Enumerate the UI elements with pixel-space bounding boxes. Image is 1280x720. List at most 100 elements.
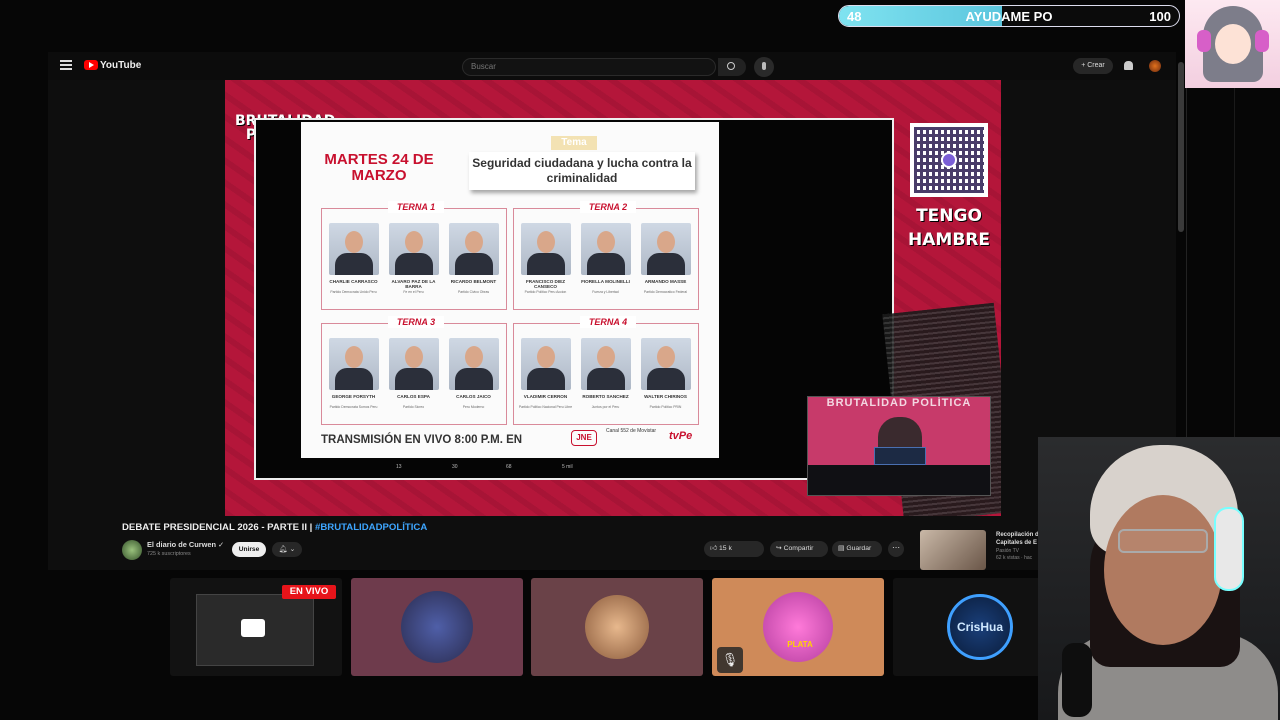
candidate-party: Partido Democrata Unido Peru (330, 290, 377, 294)
join-button[interactable]: Unirse (232, 542, 266, 557)
candidate-photo (521, 223, 571, 275)
tema-title: Seguridad ciudadana y lucha contra la cr… (469, 152, 695, 190)
candidate-name: FIORELLA MOLINELLI (581, 279, 630, 284)
candidate-name: GEORGE FORSYTH (331, 394, 376, 399)
candidate-party: Partido Civico Obras (457, 290, 490, 294)
more-actions-button[interactable]: ⋯ (888, 541, 904, 557)
candidate-photo (581, 338, 631, 390)
video-player[interactable]: BRUTALIDAD POLÍTICA MARTES 24 DE MARZO T… (225, 80, 1001, 516)
save-button[interactable]: ▤ Guardar (832, 541, 882, 557)
search-input[interactable]: Buscar (462, 58, 716, 76)
goal-label: AYUDAME PO (965, 9, 1053, 24)
side-caption-line1: TENGO (916, 206, 982, 226)
create-button[interactable]: + Crear (1073, 58, 1113, 74)
video-title-text: DEBATE PRESIDENCIAL 2026 - PARTE II | (122, 522, 315, 533)
stream-overlay: 48 AYUDAME PO 100 YouTube Buscar + Crear… (0, 0, 1280, 720)
candidate-photo (581, 223, 631, 275)
share-label: Compartir (783, 545, 814, 552)
search-icon (727, 62, 735, 70)
candidate-card: FRANCISCO DIEZ CANSECO Partido Politico P… (518, 223, 573, 307)
menu-icon[interactable] (60, 60, 72, 70)
terna-box: TERNA 4 VLADIMIR CERRON Partido Politico N… (513, 316, 699, 425)
candidate-party: Juntos por el Peru (591, 405, 620, 409)
stream-tile[interactable] (351, 578, 523, 676)
candidate-photo (641, 223, 691, 275)
terna-label: TERNA 4 (580, 316, 636, 328)
scrollbar[interactable] (1178, 62, 1184, 232)
candidate-name: RICARDO BELMONT (450, 279, 497, 284)
debate-date: MARTES 24 DE MARZO (324, 151, 434, 184)
like-button[interactable]: 👍︎ 15 k (704, 541, 764, 557)
pip-caption: BRUTALIDAD POLÍTICA (826, 397, 972, 409)
candidate-name: ALVARO PAZ DE LA BARRA (391, 279, 436, 289)
terna-box: TERNA 3 GEORGE FORSYTH Partido Democrata S… (321, 316, 507, 425)
share-button[interactable]: ↪ Compartir (770, 541, 828, 557)
tvpe-logo: tvPe (669, 430, 693, 442)
terna-label: TERNA 3 (388, 316, 444, 328)
qr-logo-icon (941, 152, 957, 168)
youtube-logo-text[interactable]: YouTube (100, 60, 141, 71)
jne-logo: JNE (571, 430, 597, 446)
desk (808, 465, 990, 495)
webcam-feed (1038, 437, 1280, 720)
candidate-card: CHARLIE CARRASCO Partido Democrata Unido … (326, 223, 381, 307)
candidate-name: CARLOS ESPA (397, 394, 430, 399)
post-stats: 13 30 68 5 mil (396, 462, 636, 474)
candidate-card: ALVARO PAZ DE LA BARRA Fe en el Peru (386, 223, 441, 307)
debate-card: MARTES 24 DE MARZO Tema Seguridad ciudad… (301, 122, 719, 458)
video-hashtag[interactable]: #BRUTALIDADPOLÍTICA (315, 522, 427, 533)
views-count: 5 mil (562, 464, 573, 470)
goal-target: 100 (1149, 9, 1171, 24)
side-caption: TENGO HAMBRE (905, 204, 993, 252)
channel-name[interactable]: El diario de Curwen ✓ (147, 540, 224, 549)
save-label: Guardar (846, 545, 872, 552)
candidate-party: Partido Sicreo (402, 405, 425, 409)
tile-caption: PLATA (787, 640, 813, 649)
likes-count: 68 (506, 464, 512, 470)
candidate-photo (521, 338, 571, 390)
candidate-card: CARLOS ESPA Partido Sicreo (386, 338, 441, 422)
subscribe-bell-button[interactable]: 🔔︎ ⌄ (272, 542, 302, 557)
profile-avatar[interactable] (1149, 60, 1161, 72)
candidate-card: WALTER CHIRINOS Partido Politico PRIN (638, 338, 693, 422)
video-title: DEBATE PRESIDENCIAL 2026 - PARTE II | #B… (122, 522, 427, 533)
terna-box: TERNA 1 CHARLIE CARRASCO Partido Democrata… (321, 201, 507, 310)
side-caption-line2: HAMBRE (908, 230, 990, 250)
subscriber-count: 725 k suscriptores (147, 551, 191, 557)
candidate-name: CHARLIE CARRASCO (329, 279, 378, 284)
candidate-party: Partido Democratico Federal (643, 290, 688, 294)
candidate-photo (641, 338, 691, 390)
voice-search-button[interactable] (754, 57, 774, 77)
divider (1186, 88, 1187, 438)
youtube-logo-icon[interactable] (84, 60, 98, 70)
recommended-thumbnail[interactable] (920, 530, 986, 570)
search-button[interactable] (718, 58, 746, 76)
screen-preview (196, 594, 314, 666)
candidate-card: GEORGE FORSYTH Partido Democrata Somos Pe… (326, 338, 381, 422)
channel-avatar[interactable] (122, 540, 142, 560)
divider (1234, 88, 1235, 438)
candidate-party: Partido Politico Nacional Peru Libre (518, 405, 573, 409)
muted-mic-icon[interactable]: 🎙︎ (717, 647, 743, 673)
channel-avatar (763, 592, 833, 662)
live-badge: EN VIVO (282, 585, 336, 599)
candidate-party: Peru Moderno (462, 405, 485, 409)
terna-label: TERNA 1 (388, 201, 444, 213)
terna-label: TERNA 2 (580, 201, 636, 213)
candidate-photo (449, 223, 499, 275)
notifications-bell-icon[interactable] (1124, 61, 1133, 70)
transmission-text: TRANSMISIÓN EN VIVO 8:00 P.M. EN (321, 434, 523, 446)
candidate-photo (329, 223, 379, 275)
candidate-party: Partido Politico Peru Accion (524, 290, 567, 294)
monitor-icon (874, 447, 926, 465)
stream-tile[interactable] (531, 578, 703, 676)
candidate-name: ROBERTO SANCHEZ (582, 394, 629, 399)
candidate-party: Fe en el Peru (403, 290, 424, 294)
candidate-card: ARMANDO MASSE Partido Democratico Federal (638, 223, 693, 307)
channel-avatar (401, 591, 473, 663)
tema-tag: Tema (551, 136, 597, 150)
canal-text: Canal 552 de Movistar (606, 428, 657, 434)
host-camera-pip: BRUTALIDAD POLÍTICA (807, 396, 991, 496)
candidate-card: FIORELLA MOLINELLI Fuerza y Libertad (578, 223, 633, 307)
like-count: 15 k (719, 545, 732, 552)
